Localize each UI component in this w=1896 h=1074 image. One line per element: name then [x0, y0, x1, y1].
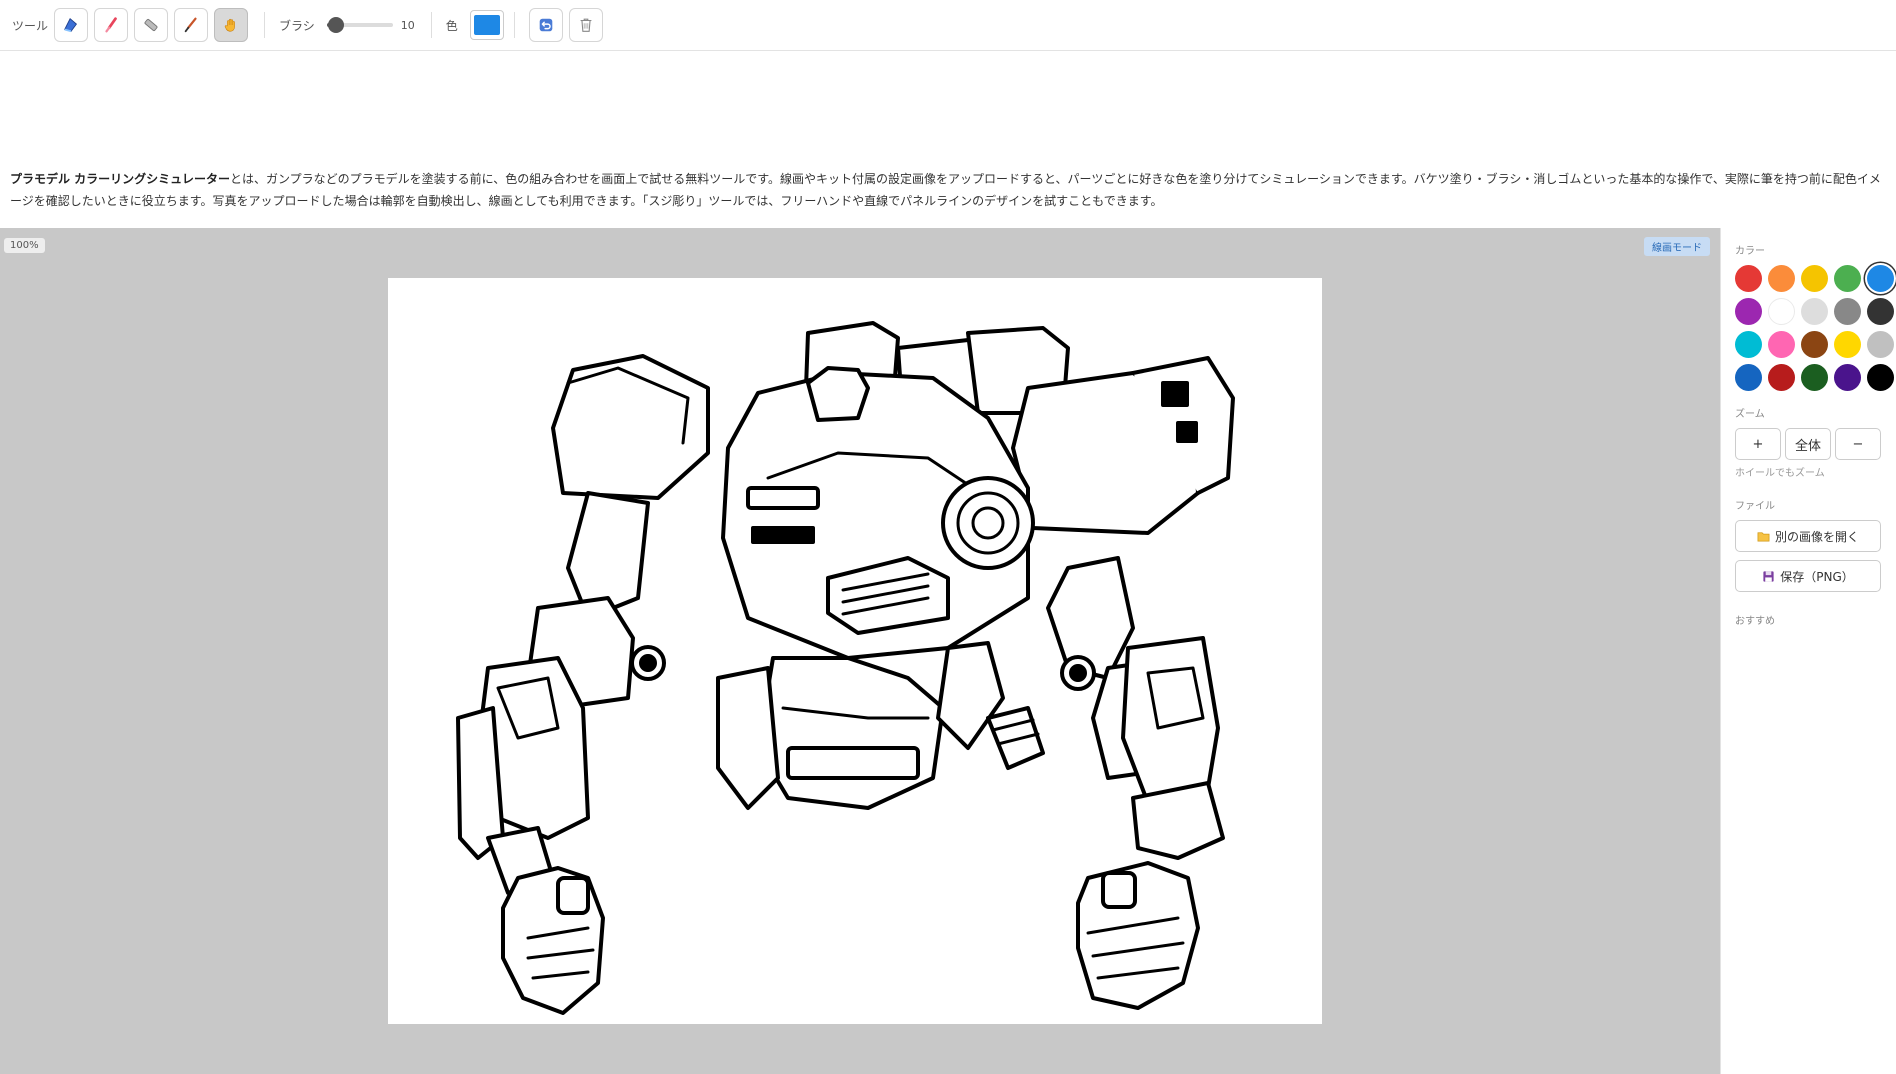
bucket-tool-button[interactable]	[54, 8, 89, 42]
zoom-out-button[interactable]: −	[1835, 428, 1881, 460]
color-swatch[interactable]	[1834, 298, 1861, 325]
paint-bucket-icon	[64, 17, 78, 33]
robot-line-art	[456, 321, 1235, 1015]
recommend-section-title: おすすめ	[1735, 616, 1775, 627]
color-swatch[interactable]	[1801, 364, 1828, 391]
color-swatch[interactable]	[1735, 265, 1762, 292]
line-art-mode-badge: 線画モード	[1644, 237, 1710, 256]
undo-button[interactable]	[528, 8, 563, 42]
color-swatch[interactable]	[1867, 265, 1894, 292]
zoom-controls: + 全体 −	[1735, 428, 1884, 460]
scribe-pen-icon	[184, 17, 197, 33]
clear-button[interactable]	[568, 8, 603, 42]
side-panel: カラー ズーム + 全体 − ホイールでもズーム ファイル 別の画像を開く 保存…	[1720, 228, 1896, 1074]
open-image-label: 別の画像を開く	[1774, 529, 1859, 544]
file-section-title: ファイル	[1735, 501, 1775, 512]
save-png-button[interactable]: 保存（PNG）	[1735, 560, 1881, 592]
eraser-icon	[144, 18, 158, 32]
brush-size-slider[interactable]	[326, 16, 393, 34]
color-section-title: カラー	[1735, 246, 1765, 257]
color-swatch[interactable]	[1801, 331, 1828, 358]
current-color-button[interactable]	[469, 10, 504, 40]
brush-icon	[105, 17, 117, 33]
zoom-hint: ホイールでもズーム	[1735, 468, 1825, 479]
color-swatch[interactable]	[1735, 331, 1762, 358]
tool-label: ツール	[12, 18, 49, 33]
zoom-fit-button[interactable]: 全体	[1785, 428, 1831, 460]
eraser-tool-button[interactable]	[134, 8, 169, 42]
color-label: 色	[445, 18, 458, 33]
color-swatch[interactable]	[1834, 364, 1861, 391]
folder-icon	[1757, 531, 1770, 542]
suji-bori-tool-button[interactable]	[174, 8, 209, 42]
hand-icon	[224, 18, 235, 32]
color-swatch[interactable]	[1867, 331, 1894, 358]
color-swatch[interactable]	[1867, 298, 1894, 325]
color-swatch[interactable]	[1801, 298, 1828, 325]
color-swatch[interactable]	[1768, 298, 1795, 325]
canvas-area[interactable]: 100% 線画モード	[0, 228, 1720, 1074]
zoom-level-badge: 100%	[4, 238, 45, 253]
color-swatch[interactable]	[1768, 364, 1795, 391]
color-swatch[interactable]	[1834, 265, 1861, 292]
brush-size-value: 10	[400, 18, 415, 32]
save-png-label: 保存（PNG）	[1780, 569, 1854, 584]
trash-icon	[580, 18, 592, 32]
zoom-section-title: ズーム	[1735, 409, 1765, 420]
open-image-button[interactable]: 別の画像を開く	[1735, 520, 1881, 552]
color-palette	[1735, 265, 1894, 391]
color-swatch[interactable]	[1735, 298, 1762, 325]
pan-tool-button[interactable]	[214, 8, 249, 42]
tool-description: プラモデル カラーリングシミュレーターとは、ガンプラなどのプラモデルを塗装する前…	[10, 168, 1890, 212]
color-swatch[interactable]	[1834, 331, 1861, 358]
toolbar: ツール ブラシ 10 色	[0, 0, 1896, 51]
toolbar-divider	[513, 12, 515, 38]
undo-icon	[539, 18, 553, 32]
color-swatch[interactable]	[1801, 265, 1828, 292]
drawing-canvas[interactable]	[388, 278, 1322, 1024]
save-disk-icon	[1763, 570, 1774, 582]
color-swatch[interactable]	[1867, 364, 1894, 391]
description-title: プラモデル カラーリングシミュレーター	[10, 172, 230, 186]
slider-thumb[interactable]	[327, 17, 344, 33]
toolbar-divider	[264, 12, 266, 38]
color-swatch[interactable]	[1768, 331, 1795, 358]
color-swatch[interactable]	[1768, 265, 1795, 292]
description-body: とは、ガンプラなどのプラモデルを塗装する前に、色の組み合わせを画面上で試せる無料…	[10, 172, 1881, 208]
toolbar-divider	[430, 12, 432, 38]
brush-size-label: ブラシ	[279, 18, 315, 33]
current-color-swatch	[473, 15, 500, 35]
zoom-in-button[interactable]: +	[1735, 428, 1781, 460]
color-swatch[interactable]	[1735, 364, 1762, 391]
brush-tool-button[interactable]	[94, 8, 129, 42]
